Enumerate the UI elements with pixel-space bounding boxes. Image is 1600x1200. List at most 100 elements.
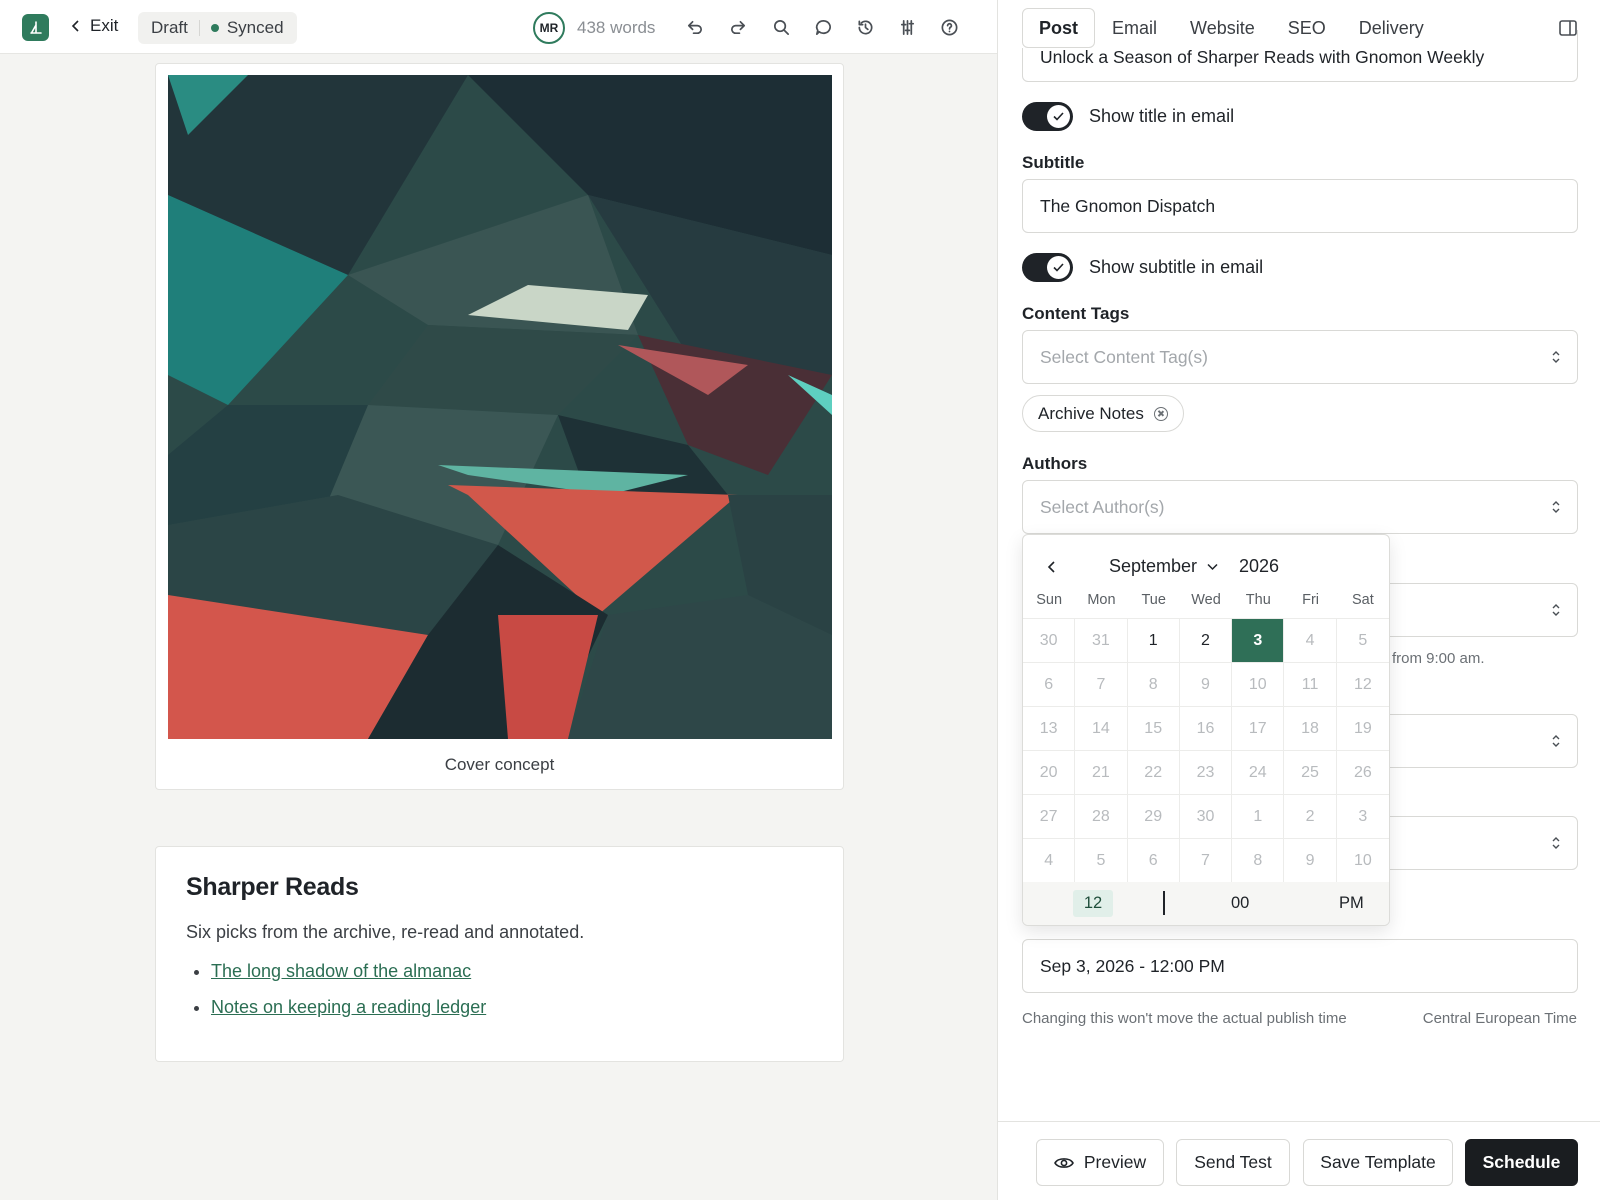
calendar-day: 1: [1232, 795, 1285, 839]
calendar-day: 7: [1179, 839, 1233, 883]
preview-button[interactable]: Preview: [1036, 1139, 1164, 1186]
calendar-day: 31: [1075, 619, 1128, 663]
sync-dot-icon: [210, 24, 219, 32]
tab-email[interactable]: Email: [1096, 8, 1173, 48]
weekday-header: Sun Mon Tue Wed Thu Fri Sat: [1023, 592, 1389, 608]
weekday-label: Fri: [1302, 592, 1320, 608]
weekday-label: Mon: [1087, 592, 1116, 608]
calendar-day[interactable]: 1: [1127, 619, 1180, 663]
text-block[interactable]: Sharper Reads Six picks from the archive…: [155, 846, 844, 1062]
show-subtitle-label: Show subtitle in email: [1089, 257, 1264, 277]
panel-tabs: Post Email Website SEO Delivery: [1022, 8, 1441, 48]
calendar-day: 21: [1075, 751, 1128, 795]
list-item: The long shadow of the almanac: [211, 961, 813, 982]
redo-icon[interactable]: [727, 16, 749, 38]
tab-seo[interactable]: SEO: [1272, 8, 1342, 48]
weekday-label: Wed: [1191, 592, 1221, 608]
calendar-day: 4: [1284, 619, 1337, 663]
weekday-label: Sun: [1036, 592, 1063, 608]
save-template-button[interactable]: Save Template: [1303, 1139, 1453, 1186]
chevron-updown-icon: [1552, 351, 1560, 363]
calendar-day: 10: [1336, 839, 1389, 883]
ampm-toggle[interactable]: PM: [1339, 894, 1364, 913]
calendar-day: 4: [1023, 839, 1076, 883]
sidebar-toggle-icon[interactable]: [1558, 18, 1578, 38]
calendar-day: 19: [1336, 707, 1389, 751]
calendar-day: 8: [1127, 663, 1180, 707]
tab-delivery[interactable]: Delivery: [1343, 8, 1440, 48]
article-link[interactable]: The long shadow of the almanac: [211, 961, 471, 981]
calendar-day: 27: [1023, 795, 1076, 839]
calendar-day: 5: [1075, 839, 1128, 883]
content-tags-select[interactable]: Select Content Tag(s): [1022, 330, 1578, 384]
date-picker-header: September 2026: [1023, 553, 1389, 583]
calendar-day: 3: [1336, 795, 1389, 839]
help-icon[interactable]: [938, 16, 960, 38]
calendar-day: 7: [1075, 663, 1128, 707]
cover-image-block[interactable]: Cover concept: [155, 63, 844, 790]
article-link[interactable]: Notes on keeping a reading ledger: [211, 997, 486, 1017]
logo-icon[interactable]: [22, 14, 49, 41]
calendar-day: 6: [1127, 839, 1180, 883]
weekday-label: Tue: [1141, 592, 1166, 608]
action-bar: Preview Send Test Save Template Schedule: [998, 1121, 1600, 1200]
content-tags-placeholder: Select Content Tag(s): [1040, 346, 1208, 367]
authors-select[interactable]: Select Author(s): [1022, 480, 1578, 534]
schedule-value: Sep 3, 2026 - 12:00 PM: [1040, 955, 1225, 976]
section-heading[interactable]: Sharper Reads: [186, 873, 813, 902]
chevron-left-icon[interactable]: [1043, 558, 1061, 576]
calendar-day: 5: [1336, 619, 1389, 663]
divider: [198, 20, 200, 36]
calendar-day: 11: [1284, 663, 1337, 707]
subtitle-input[interactable]: The Gnomon Dispatch: [1022, 179, 1578, 233]
calendar-day: 23: [1179, 751, 1233, 795]
link-list: The long shadow of the almanac Notes on …: [186, 961, 813, 1018]
time-picker: 12 ​ 00 PM: [1023, 882, 1389, 925]
avatar[interactable]: MR: [533, 12, 565, 44]
comment-icon[interactable]: [812, 16, 834, 38]
weekday-label: Thu: [1245, 592, 1271, 608]
tab-website[interactable]: Website: [1174, 8, 1271, 48]
send-test-button[interactable]: Send Test: [1176, 1139, 1290, 1186]
calendar-day: 25: [1284, 751, 1337, 795]
settings-sliders-icon[interactable]: [896, 16, 918, 38]
tab-post[interactable]: Post: [1022, 8, 1096, 48]
subtitle-label: Subtitle: [1022, 153, 1085, 172]
hour-input[interactable]: 12: [1073, 890, 1113, 917]
cover-image[interactable]: [168, 75, 832, 739]
minute-input[interactable]: 00: [1231, 894, 1249, 913]
section-intro[interactable]: Six picks from the archive, re-read and …: [186, 922, 813, 943]
schedule-button[interactable]: Schedule: [1465, 1139, 1578, 1186]
calendar-day: 6: [1023, 663, 1076, 707]
cover-caption[interactable]: Cover concept: [156, 755, 843, 775]
show-subtitle-toggle[interactable]: [1022, 253, 1073, 282]
status-pill: Draft Synced: [138, 12, 297, 44]
calendar-day: 18: [1284, 707, 1337, 751]
calendar-day: 30: [1023, 619, 1076, 663]
authors-placeholder: Select Author(s): [1040, 496, 1165, 517]
calendar-day: 26: [1336, 751, 1389, 795]
close-circle-icon[interactable]: [1153, 406, 1168, 421]
calendar-day: 10: [1232, 663, 1285, 707]
text-caret: [1163, 891, 1165, 915]
chevron-down-icon: [1207, 563, 1218, 570]
history-icon[interactable]: [854, 16, 876, 38]
calendar-grid: 30 31 1 2 3 4 5 6 7 8 9 10 11 12 13 14 15 16 17 18 19 20 21 22 2…: [1023, 618, 1389, 883]
year-select[interactable]: 2026: [1239, 556, 1279, 577]
exit-button[interactable]: Exit: [70, 16, 118, 36]
eye-icon: [1053, 1157, 1074, 1168]
calendar-day: 20: [1023, 751, 1076, 795]
schedule-date-input[interactable]: Sep 3, 2026 - 12:00 PM: [1022, 939, 1578, 993]
schedule-hint: Changing this won't move the actual publ…: [1022, 1010, 1347, 1027]
calendar-day[interactable]: 2: [1179, 619, 1233, 663]
calendar-day: 8: [1232, 839, 1285, 883]
month-select[interactable]: September: [1109, 556, 1218, 577]
search-icon[interactable]: [770, 16, 792, 38]
check-icon: [1053, 263, 1064, 272]
calendar-day: 28: [1075, 795, 1128, 839]
date-picker-popover: September 2026 Sun Mon Tue Wed Thu Fri Sat 30 3…: [1022, 534, 1390, 926]
show-title-toggle[interactable]: [1022, 102, 1073, 131]
calendar-day-selected[interactable]: 3: [1232, 619, 1285, 663]
undo-icon[interactable]: [683, 16, 705, 38]
subtitle-value: The Gnomon Dispatch: [1040, 195, 1216, 216]
